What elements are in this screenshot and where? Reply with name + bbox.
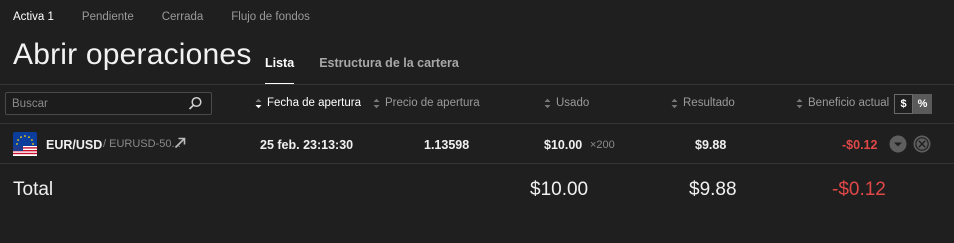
used-value: $10.00: [544, 138, 583, 152]
tab-cash-flow[interactable]: Flujo de fondos: [231, 11, 310, 27]
row-divider: [0, 163, 954, 164]
column-result[interactable]: Resultado: [671, 97, 735, 109]
sort-icon: [671, 98, 678, 108]
eu-us-flag-icon: [13, 132, 37, 156]
multiplier-value: ×200: [590, 139, 615, 151]
column-current-profit[interactable]: Beneficio actual: [796, 97, 889, 109]
external-link-icon[interactable]: [174, 137, 186, 149]
close-icon[interactable]: [913, 135, 931, 153]
sort-icon: [796, 98, 803, 108]
search-input[interactable]: [12, 96, 182, 111]
column-result-label: Resultado: [683, 97, 735, 109]
column-current-profit-label: Beneficio actual: [808, 97, 890, 109]
view-tabs: Lista Estructura de la cartera: [265, 56, 484, 85]
sort-icon: [544, 98, 551, 108]
search-icon[interactable]: [188, 96, 203, 111]
tab-portfolio-structure[interactable]: Estructura de la cartera: [319, 56, 459, 84]
tab-pending[interactable]: Pendiente: [82, 11, 134, 27]
header-divider: [0, 84, 954, 85]
column-open-date-label: Fecha de apertura: [267, 97, 361, 109]
column-open-price-label: Precio de apertura: [385, 97, 480, 109]
table-row[interactable]: EUR/USD / EURUSD-50... 25 feb. 23:13:30 …: [0, 124, 954, 163]
tab-active[interactable]: Activa 1: [13, 11, 54, 27]
top-tabs: Activa 1 Pendiente Cerrada Flujo de fond…: [13, 11, 338, 27]
open-price-value: 1.13598: [424, 138, 470, 152]
current-profit-value: -$0.12: [842, 138, 878, 152]
tab-list[interactable]: Lista: [265, 56, 295, 85]
sort-icon: [373, 98, 380, 108]
page-title: Abrir operaciones: [13, 38, 252, 71]
sort-desc-icon: [255, 98, 262, 108]
toggle-dollar-button[interactable]: $: [894, 94, 913, 114]
column-used[interactable]: Usado: [544, 97, 589, 109]
tab-closed[interactable]: Cerrada: [162, 11, 204, 27]
total-used: $10.00: [530, 179, 589, 200]
search-box: [5, 92, 212, 115]
open-date-value: 25 feb. 23:13:30: [260, 138, 354, 152]
total-result: $9.88: [689, 179, 737, 200]
instrument-pair: EUR/USD: [46, 138, 103, 152]
column-open-date[interactable]: Fecha de apertura: [255, 97, 361, 109]
total-label: Total: [13, 179, 54, 200]
instrument-code: / EURUSD-50...: [103, 138, 181, 150]
toggle-percent-button[interactable]: %: [913, 94, 932, 114]
column-open-price[interactable]: Precio de apertura: [373, 97, 480, 109]
column-used-label: Usado: [556, 97, 590, 109]
chevron-down-icon[interactable]: [889, 135, 907, 153]
total-current-profit: -$0.12: [832, 179, 886, 200]
display-mode-toggle: $ %: [894, 94, 932, 114]
result-value: $9.88: [695, 138, 727, 152]
